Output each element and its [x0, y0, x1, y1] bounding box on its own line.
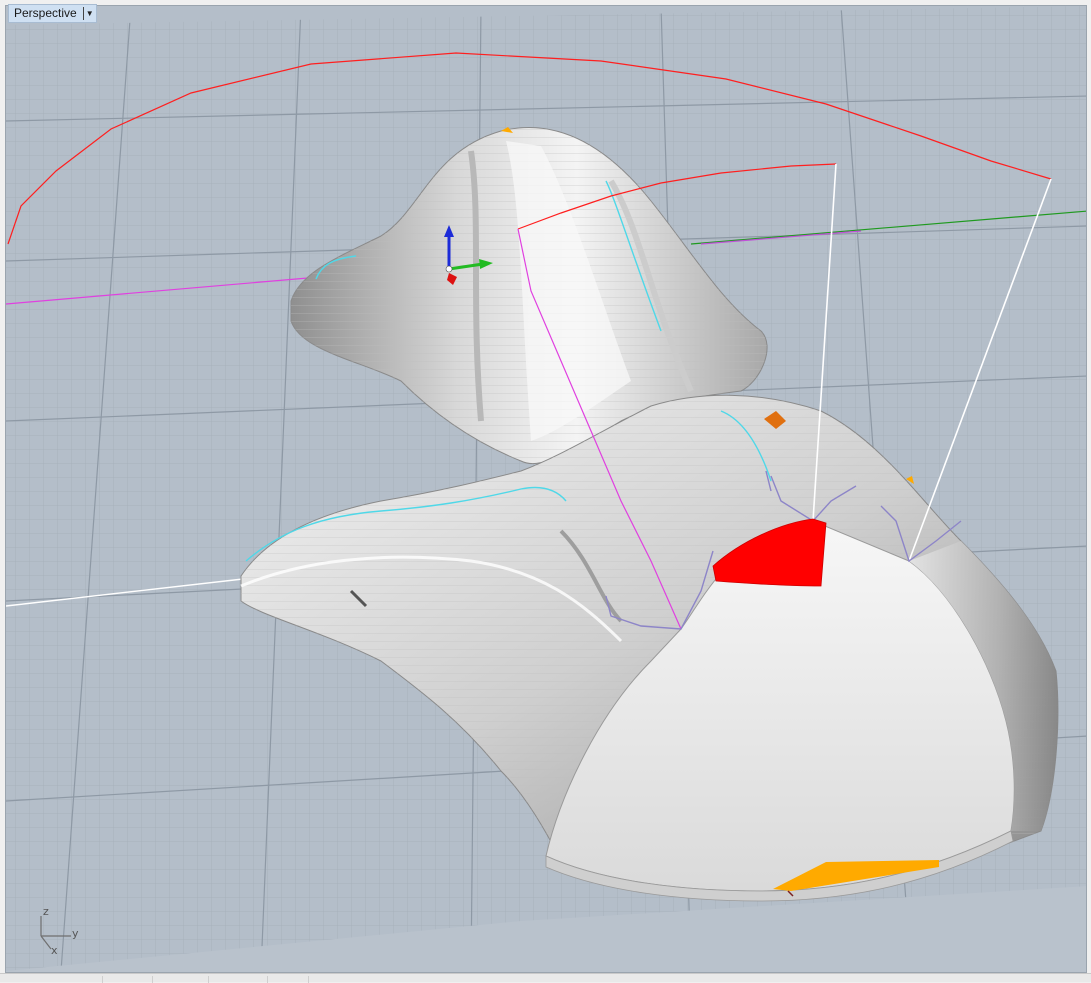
axis-label-z: z [43, 905, 49, 918]
3d-scene[interactable] [6, 6, 1087, 973]
triangle-down-icon[interactable]: ▼ [84, 5, 96, 22]
viewport-tab-strip [0, 973, 1091, 983]
perspective-viewport[interactable]: Perspective ▼ z y x [0, 0, 1091, 983]
viewport-canvas[interactable] [5, 5, 1087, 973]
axis-label-x: x [51, 944, 58, 957]
viewport-title-tab[interactable]: Perspective ▼ [8, 4, 97, 23]
gumball-origin[interactable] [445, 265, 453, 273]
axis-label-y: y [72, 927, 79, 940]
viewport-title[interactable]: Perspective [9, 5, 83, 22]
